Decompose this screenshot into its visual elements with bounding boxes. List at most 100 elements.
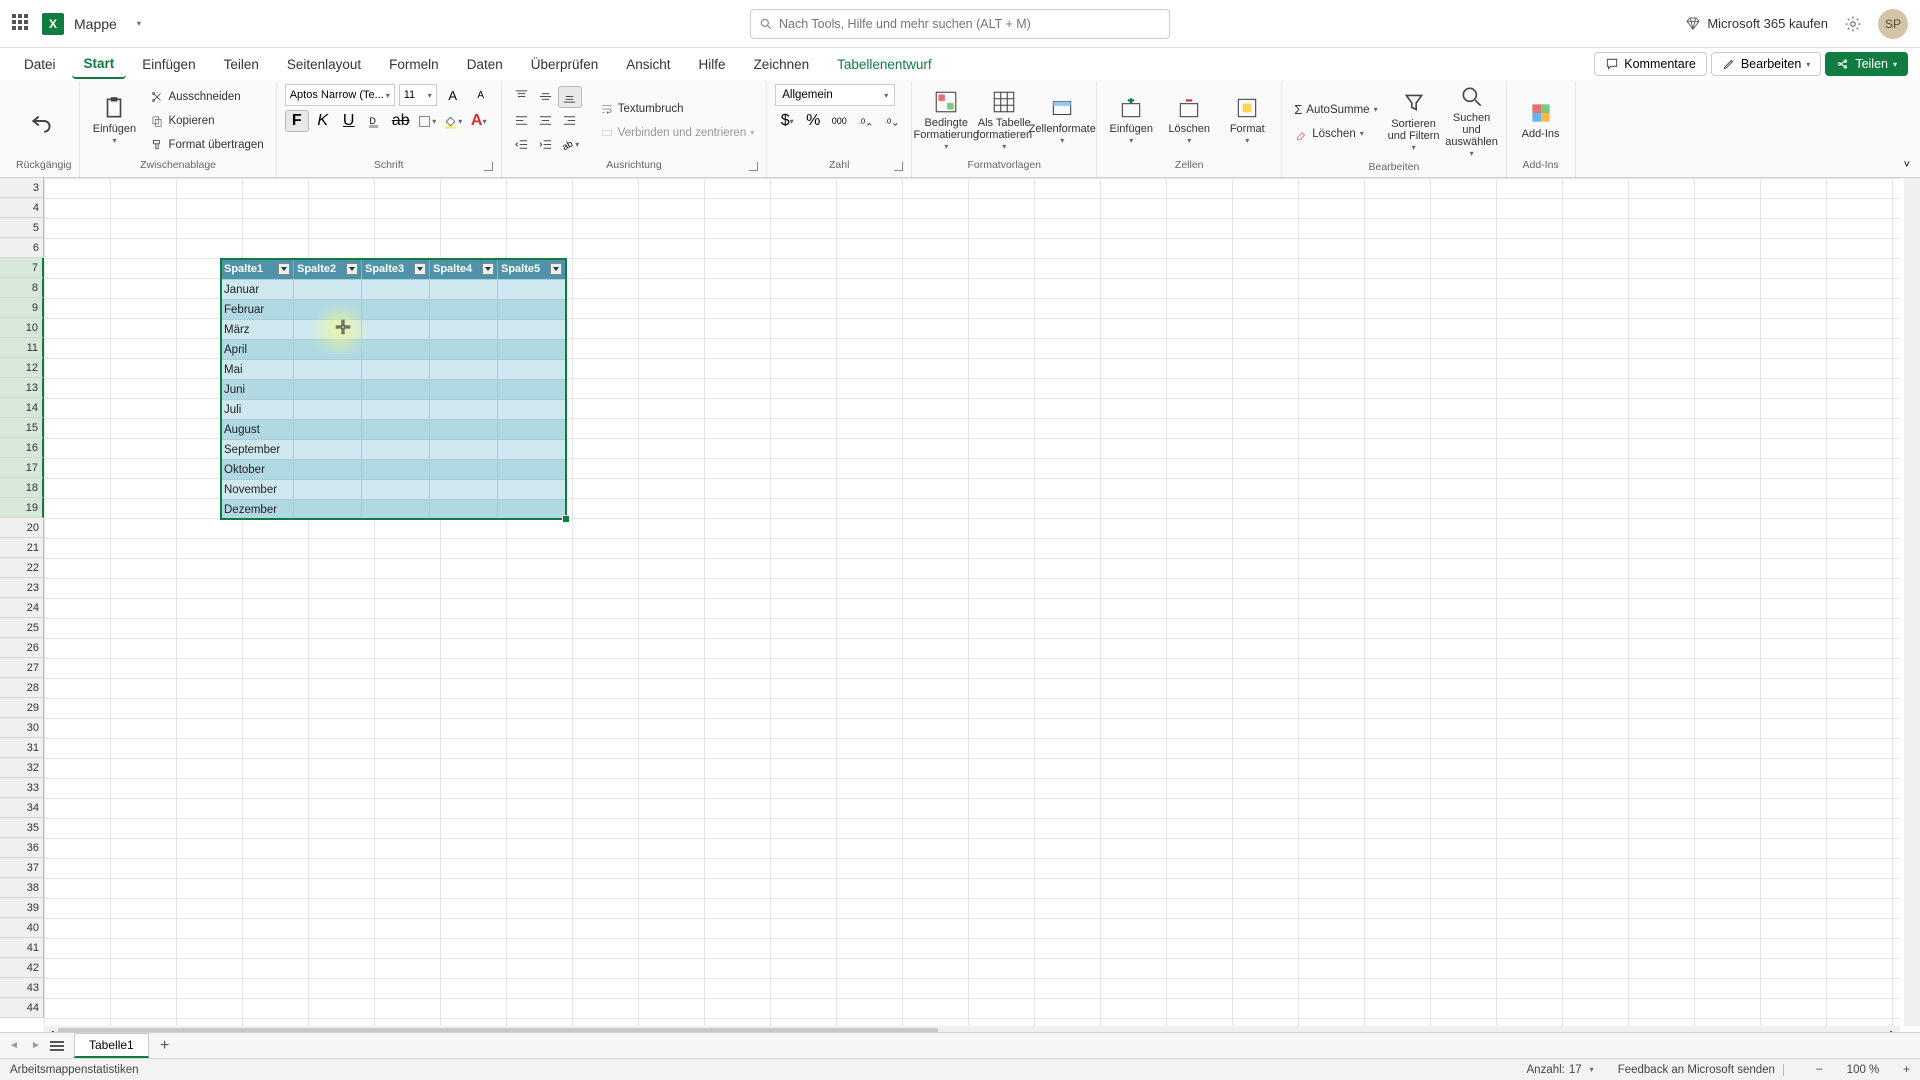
- table-cell[interactable]: Oktober: [221, 459, 294, 479]
- row-header[interactable]: 38: [0, 878, 44, 898]
- table-cell[interactable]: [430, 499, 498, 519]
- row-header[interactable]: 3: [0, 178, 44, 198]
- table-cell[interactable]: [362, 479, 430, 499]
- sort-filter-button[interactable]: Sortieren und Filtern▾: [1388, 90, 1440, 153]
- buy-microsoft365-link[interactable]: Microsoft 365 kaufen: [1685, 16, 1828, 32]
- table-cell[interactable]: August: [221, 419, 294, 439]
- addins-button[interactable]: Add-Ins: [1515, 100, 1567, 140]
- title-dropdown-icon[interactable]: ▾: [137, 19, 141, 28]
- row-header[interactable]: 37: [0, 858, 44, 878]
- table-cell[interactable]: [294, 479, 362, 499]
- strikethrough-button[interactable]: ab: [389, 110, 413, 132]
- tab-teilen[interactable]: Teilen: [212, 51, 271, 78]
- cell-styles-button[interactable]: Zellenformate▾: [1036, 95, 1088, 146]
- table-cell[interactable]: [362, 359, 430, 379]
- row-header[interactable]: 19: [0, 498, 44, 518]
- number-format-select[interactable]: Allgemein▾: [775, 84, 895, 106]
- row-header[interactable]: 4: [0, 198, 44, 218]
- undo-button[interactable]: [16, 108, 68, 134]
- row-header[interactable]: 18: [0, 478, 44, 498]
- row-header[interactable]: 44: [0, 998, 44, 1018]
- row-header[interactable]: 32: [0, 758, 44, 778]
- feedback-link[interactable]: Feedback an Microsoft senden: [1618, 1064, 1775, 1076]
- delete-cells-button[interactable]: Löschen▾: [1163, 95, 1215, 146]
- row-header[interactable]: 34: [0, 798, 44, 818]
- table-cell[interactable]: [430, 339, 498, 359]
- tab-daten[interactable]: Daten: [455, 51, 515, 78]
- row-header[interactable]: 13: [0, 378, 44, 398]
- row-header[interactable]: 20: [0, 518, 44, 538]
- clear-button[interactable]: Löschen▾: [1290, 123, 1381, 145]
- row-header[interactable]: 33: [0, 778, 44, 798]
- find-select-button[interactable]: Suchen und auswählen▾: [1446, 84, 1498, 159]
- merge-center-button[interactable]: Verbinden und zentrieren▾: [596, 122, 759, 144]
- table-cell[interactable]: [294, 339, 362, 359]
- row-header[interactable]: 35: [0, 818, 44, 838]
- table-cell[interactable]: Dezember: [221, 499, 294, 519]
- font-name-select[interactable]: Aptos Narrow (Te...▾: [285, 84, 395, 106]
- align-bottom-button[interactable]: [558, 86, 582, 108]
- table-cell[interactable]: [430, 419, 498, 439]
- row-header[interactable]: 29: [0, 698, 44, 718]
- row-header[interactable]: 5: [0, 218, 44, 238]
- table-cell[interactable]: [430, 299, 498, 319]
- row-header[interactable]: 31: [0, 738, 44, 758]
- table-cell[interactable]: [430, 379, 498, 399]
- table-cell[interactable]: [498, 359, 566, 379]
- tab-start[interactable]: Start: [72, 50, 127, 79]
- tab-zeichnen[interactable]: Zeichnen: [742, 51, 822, 78]
- comments-button[interactable]: Kommentare: [1594, 52, 1707, 76]
- zoom-out-button[interactable]: −: [1816, 1064, 1823, 1076]
- format-as-table-button[interactable]: Als Tabelle formatieren▾: [978, 89, 1030, 152]
- tab-seitenlayout[interactable]: Seitenlayout: [275, 51, 373, 78]
- percent-button[interactable]: %: [801, 110, 825, 132]
- table-cell[interactable]: [498, 339, 566, 359]
- fill-color-button[interactable]: ▾: [441, 110, 465, 132]
- table-cell[interactable]: [498, 479, 566, 499]
- table-cell[interactable]: [362, 399, 430, 419]
- italic-button[interactable]: K: [311, 110, 335, 132]
- zoom-in-button[interactable]: +: [1903, 1064, 1910, 1076]
- table-cell[interactable]: [294, 459, 362, 479]
- filter-dropdown-icon[interactable]: [414, 263, 426, 275]
- sheet-nav-next[interactable]: ►: [28, 1038, 44, 1054]
- table-column-header[interactable]: Spalte3: [362, 259, 430, 279]
- tab-formeln[interactable]: Formeln: [377, 51, 451, 78]
- table-cell[interactable]: [498, 499, 566, 519]
- table-cell[interactable]: [362, 299, 430, 319]
- row-header[interactable]: 40: [0, 918, 44, 938]
- fill-handle[interactable]: [562, 515, 570, 523]
- row-header[interactable]: 24: [0, 598, 44, 618]
- table-cell[interactable]: November: [221, 479, 294, 499]
- filter-dropdown-icon[interactable]: [278, 263, 290, 275]
- row-header[interactable]: 36: [0, 838, 44, 858]
- align-center-button[interactable]: [534, 110, 558, 132]
- row-header[interactable]: 16: [0, 438, 44, 458]
- row-header[interactable]: 43: [0, 978, 44, 998]
- document-name[interactable]: Mappe: [74, 16, 117, 32]
- row-header[interactable]: 9: [0, 298, 44, 318]
- zoom-level[interactable]: 100 %: [1847, 1064, 1880, 1076]
- tab-ansicht[interactable]: Ansicht: [614, 51, 682, 78]
- align-left-button[interactable]: [510, 110, 534, 132]
- table-cell[interactable]: [498, 459, 566, 479]
- insert-cells-button[interactable]: Einfügen▾: [1105, 95, 1157, 146]
- table-cell[interactable]: [294, 319, 362, 339]
- double-underline-button[interactable]: D: [363, 110, 387, 132]
- table-cell[interactable]: [430, 319, 498, 339]
- font-color-button[interactable]: A▾: [467, 110, 491, 132]
- tab-hilfe[interactable]: Hilfe: [687, 51, 738, 78]
- table-cell[interactable]: [362, 499, 430, 519]
- table-cell[interactable]: [294, 419, 362, 439]
- row-header[interactable]: 21: [0, 538, 44, 558]
- table-row[interactable]: Januar: [221, 279, 566, 299]
- row-header[interactable]: 41: [0, 938, 44, 958]
- data-table[interactable]: Spalte1Spalte2Spalte3Spalte4Spalte5 Janu…: [220, 258, 567, 520]
- row-header[interactable]: 14: [0, 398, 44, 418]
- filter-dropdown-icon[interactable]: [550, 263, 562, 275]
- row-header[interactable]: 42: [0, 958, 44, 978]
- table-row[interactable]: Februar: [221, 299, 566, 319]
- table-cell[interactable]: [430, 279, 498, 299]
- ribbon-collapse-button[interactable]: ˅: [1904, 159, 1910, 171]
- sheet-tab-active[interactable]: Tabelle1: [74, 1033, 149, 1058]
